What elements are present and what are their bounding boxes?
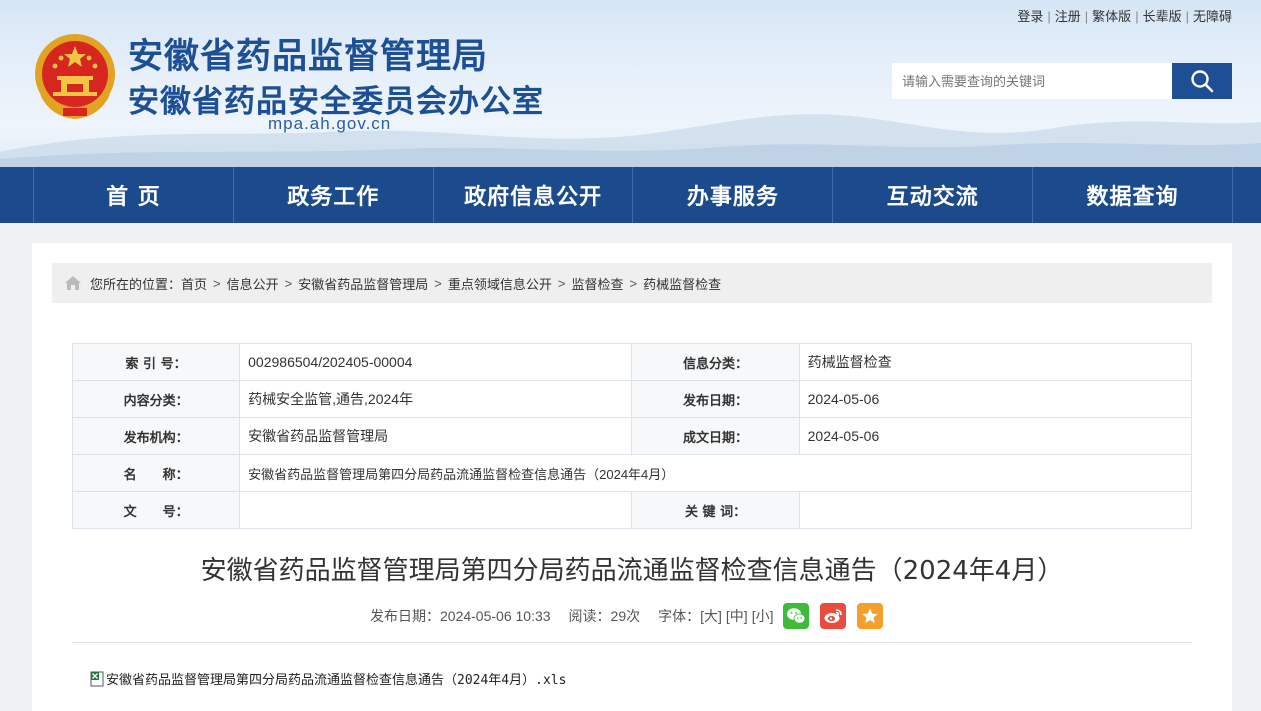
register-link[interactable]: 注册 xyxy=(1055,9,1081,24)
org-label: 发布机构： xyxy=(71,417,241,455)
article-publish-date: 发布日期：2024-05-06 10:33 xyxy=(370,608,551,624)
top-links: 登录 | 注册 | 繁体版 | 长辈版 | 无障碍 xyxy=(1017,9,1232,24)
nav-government-affairs[interactable]: 政务工作 xyxy=(232,167,433,223)
category-label: 信息分类： xyxy=(631,343,800,381)
font-size-label: 字体： xyxy=(658,608,701,624)
login-link[interactable]: 登录 xyxy=(1017,9,1043,24)
nav-home[interactable]: 首 页 xyxy=(33,167,233,223)
content-panel: 您所在的位置： 首页 > 信息公开 > 安徽省药品监督管理局 > 重点领域信息公… xyxy=(32,243,1232,711)
traditional-chinese-link[interactable]: 繁体版 xyxy=(1092,9,1131,24)
doc-number-label: 文 号： xyxy=(71,491,241,529)
site-domain: mpa.ah.gov.cn xyxy=(268,114,392,133)
breadcrumb-separator: > xyxy=(629,275,638,291)
nav-services[interactable]: 办事服务 xyxy=(632,167,832,223)
article-info-bar: 发布日期：2024-05-06 10:33 阅读：29次 字体： [大] [中]… xyxy=(370,603,884,629)
font-large-button[interactable]: [大] xyxy=(700,606,722,626)
keywords-value xyxy=(798,491,1193,529)
share-weibo-button[interactable] xyxy=(820,603,847,629)
nav-interaction[interactable]: 互动交流 xyxy=(832,167,1032,223)
divider xyxy=(72,642,1192,643)
breadcrumb-separator: > xyxy=(284,275,293,291)
breadcrumb-separator: > xyxy=(557,275,566,291)
excel-file-icon xyxy=(90,671,104,686)
meta-row: 发布机构： 安徽省药品监督管理局 成文日期： 2024-05-06 xyxy=(71,417,1193,455)
accessibility-link[interactable]: 无障碍 xyxy=(1193,9,1232,24)
attachment-link[interactable]: 安徽省药品监督管理局第四分局药品流通监督检查信息通告（2024年4月）.xls xyxy=(90,669,566,688)
org-value: 安徽省药品监督管理局 xyxy=(239,417,633,455)
article-title: 安徽省药品监督管理局第四分局药品流通监督检查信息通告（2024年4月） xyxy=(200,556,1064,586)
national-emblem-icon xyxy=(35,34,115,120)
elder-mode-link[interactable]: 长辈版 xyxy=(1143,9,1182,24)
category-value: 药械监督检查 xyxy=(798,343,1193,381)
index-label: 索 引 号： xyxy=(71,343,241,381)
doc-number-value xyxy=(239,491,633,529)
breadcrumb-separator: > xyxy=(213,275,221,291)
written-date-value: 2024-05-06 xyxy=(798,417,1193,455)
breadcrumb-bureau[interactable]: 安徽省药品监督管理局 xyxy=(298,274,428,293)
content-category-value: 药械安全监管,通告,2024年 xyxy=(239,380,633,418)
main-nav: 首 页 政务工作 政府信息公开 办事服务 互动交流 数据查询 xyxy=(0,167,1261,223)
publish-date-label: 发布日期： xyxy=(631,380,800,418)
keywords-label: 关 键 词： xyxy=(631,491,800,529)
written-date-label: 成文日期： xyxy=(631,417,800,455)
breadcrumb: 您所在的位置： 首页 > 信息公开 > 安徽省药品监督管理局 > 重点领域信息公… xyxy=(52,263,1212,303)
site-header: 安徽省药品监督管理局 安徽省药品安全委员会办公室 mpa.ah.gov.cn 登… xyxy=(0,0,1261,167)
weibo-icon xyxy=(824,609,843,623)
breadcrumb-supervision[interactable]: 监督检查 xyxy=(571,274,623,293)
site-title: 安徽省药品监督管理局 xyxy=(128,37,489,77)
favorite-button[interactable] xyxy=(857,603,884,629)
publish-date-value: 2024-05-06 xyxy=(798,380,1193,418)
wechat-icon xyxy=(787,608,806,624)
star-icon xyxy=(862,608,879,623)
breadcrumb-info-disclosure[interactable]: 信息公开 xyxy=(227,274,279,293)
home-icon xyxy=(65,276,81,290)
nav-data-query[interactable]: 数据查询 xyxy=(1032,167,1233,223)
breadcrumb-prefix: 您所在的位置： xyxy=(90,276,182,292)
attachment-name[interactable]: 安徽省药品监督管理局第四分局药品流通监督检查信息通告（2024年4月）.xls xyxy=(106,669,566,688)
search-input[interactable] xyxy=(892,63,1173,99)
breadcrumb-separator: > xyxy=(434,275,442,291)
document-meta-table: 索 引 号： 002986504/202405-00004 信息分类： 药械监督… xyxy=(71,343,1193,529)
name-label: 名 称： xyxy=(71,454,241,492)
meta-row: 内容分类： 药械安全监管,通告,2024年 发布日期： 2024-05-06 xyxy=(71,380,1193,418)
breadcrumb-drug-device-inspection[interactable]: 药械监督检查 xyxy=(643,274,721,293)
breadcrumb-key-areas[interactable]: 重点领域信息公开 xyxy=(448,274,552,293)
nav-information-disclosure[interactable]: 政府信息公开 xyxy=(432,167,633,223)
index-value: 002986504/202405-00004 xyxy=(239,343,633,381)
meta-row: 名 称： 安徽省药品监督管理局第四分局药品流通监督检查信息通告（2024年4月） xyxy=(71,454,1192,492)
article-read-count: 阅读：29次 xyxy=(568,608,641,624)
meta-row: 索 引 号： 002986504/202405-00004 信息分类： 药械监督… xyxy=(71,343,1193,381)
font-small-button[interactable]: [小] xyxy=(752,606,774,626)
name-value: 安徽省药品监督管理局第四分局药品流通监督检查信息通告（2024年4月） xyxy=(239,454,1192,492)
breadcrumb-home[interactable]: 首页 xyxy=(181,274,207,293)
meta-row: 文 号： 关 键 词： xyxy=(71,491,1193,529)
search-button[interactable] xyxy=(1172,63,1232,99)
search-icon xyxy=(1191,70,1214,93)
share-wechat-button[interactable] xyxy=(783,603,810,629)
font-medium-button[interactable]: [中] xyxy=(726,606,748,626)
content-category-label: 内容分类： xyxy=(71,380,241,418)
